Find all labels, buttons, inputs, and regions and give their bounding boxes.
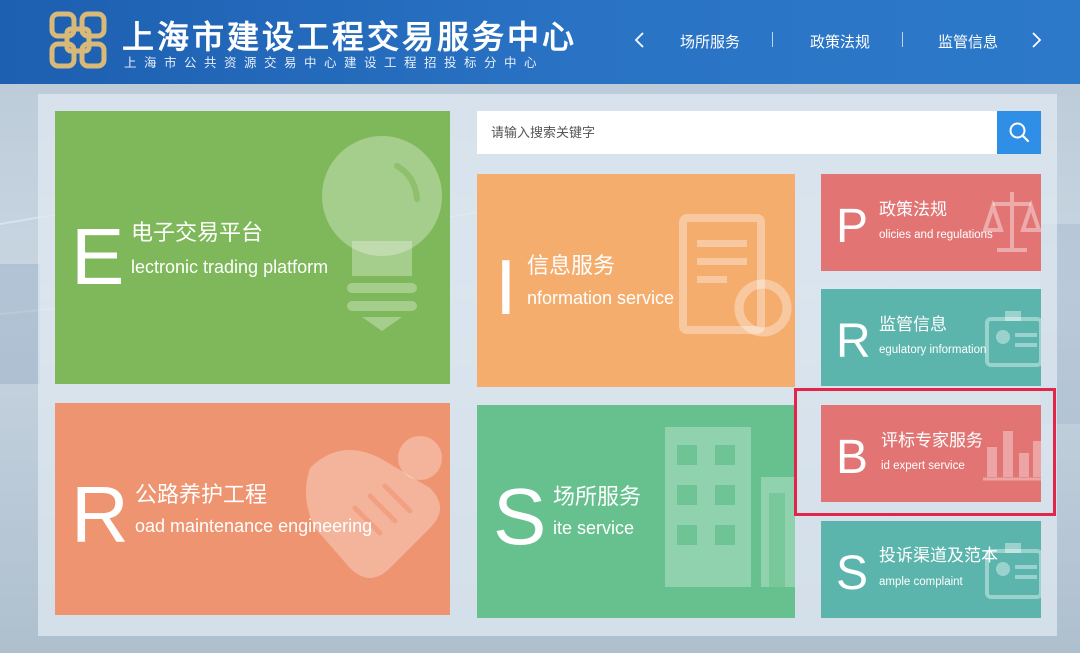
id-card-icon	[985, 311, 1041, 367]
tile-bid-expert-service[interactable]: B 评标专家服务 id expert service	[821, 405, 1041, 502]
building-icon	[665, 427, 795, 587]
tile-title-en: ite service	[553, 518, 635, 538]
tile-policies-regulations[interactable]: P 政策法规 olicies and regulations	[821, 174, 1041, 271]
chevron-right-icon	[1032, 32, 1042, 48]
tile-letter: R	[71, 470, 129, 559]
tile-letter: S	[836, 547, 869, 600]
tile-title-cn: 公路养护工程	[135, 482, 268, 507]
tile-letter: R	[836, 315, 871, 368]
nav-item-site-service[interactable]: 场所服务	[680, 31, 740, 52]
lightbulb-icon	[322, 136, 442, 331]
nav-divider	[902, 32, 903, 47]
top-nav: 场所服务 政策法规 监管信息	[630, 26, 1050, 56]
document-icon	[679, 214, 792, 337]
tile-title-en: oad maintenance engineering	[135, 516, 373, 536]
tile-sample-complaint[interactable]: S 投诉渠道及范本 ample complaint	[821, 521, 1041, 618]
nav-item-regulatory[interactable]: 监管信息	[938, 31, 998, 52]
bar-chart-icon	[983, 431, 1041, 481]
nav-prev-button[interactable]	[630, 26, 650, 54]
tile-title-en: ample complaint	[879, 576, 963, 588]
tile-electronic-trading[interactable]: E 电子交易平台 lectronic trading platform	[55, 111, 450, 384]
chevron-left-icon	[634, 32, 644, 48]
scales-icon	[983, 192, 1041, 252]
search-input[interactable]	[477, 111, 1001, 154]
tile-information-service[interactable]: I 信息服务 nformation service	[477, 174, 795, 387]
tile-title-en: egulatory information	[879, 344, 987, 356]
tile-letter: I	[495, 243, 517, 331]
tile-title-cn: 投诉渠道及范本	[879, 546, 998, 565]
search-button[interactable]	[997, 111, 1041, 154]
tile-title-en: olicies and regulations	[879, 229, 993, 241]
search-bar	[477, 111, 1041, 154]
tile-title-cn: 电子交易平台	[131, 220, 264, 245]
tile-title-cn: 政策法规	[879, 200, 947, 219]
tile-title-en: nformation service	[527, 288, 675, 308]
search-icon	[1009, 122, 1030, 143]
tile-road-maintenance[interactable]: R 公路养护工程 oad maintenance engineering	[55, 403, 450, 615]
tile-letter: S	[493, 472, 547, 561]
tile-letter: P	[836, 200, 869, 253]
nav-next-button[interactable]	[1026, 26, 1046, 54]
site-header: 上海市建设工程交易服务中心 上海市公共资源交易中心建设工程招投标分中心 场所服务…	[0, 0, 1080, 84]
nav-item-policies[interactable]: 政策法规	[810, 31, 870, 52]
handshake-icon	[306, 436, 442, 578]
tile-site-service[interactable]: S 场所服务 ite service	[477, 405, 795, 618]
tile-title-cn: 场所服务	[553, 484, 642, 509]
tile-regulatory-information[interactable]: R 监管信息 egulatory information	[821, 289, 1041, 386]
nav-divider	[772, 32, 773, 47]
site-logo-icon[interactable]	[48, 10, 108, 70]
tile-title-cn: 信息服务	[527, 253, 616, 278]
site-subtitle: 上海市公共资源交易中心建设工程招投标分中心	[124, 56, 545, 70]
tile-title-cn: 监管信息	[879, 315, 947, 334]
tile-title-en: id expert service	[881, 460, 965, 472]
tile-title-cn: 评标专家服务	[881, 431, 983, 450]
tile-letter: B	[836, 431, 869, 484]
tile-letter: E	[71, 212, 125, 301]
tile-title-en: lectronic trading platform	[131, 257, 329, 277]
